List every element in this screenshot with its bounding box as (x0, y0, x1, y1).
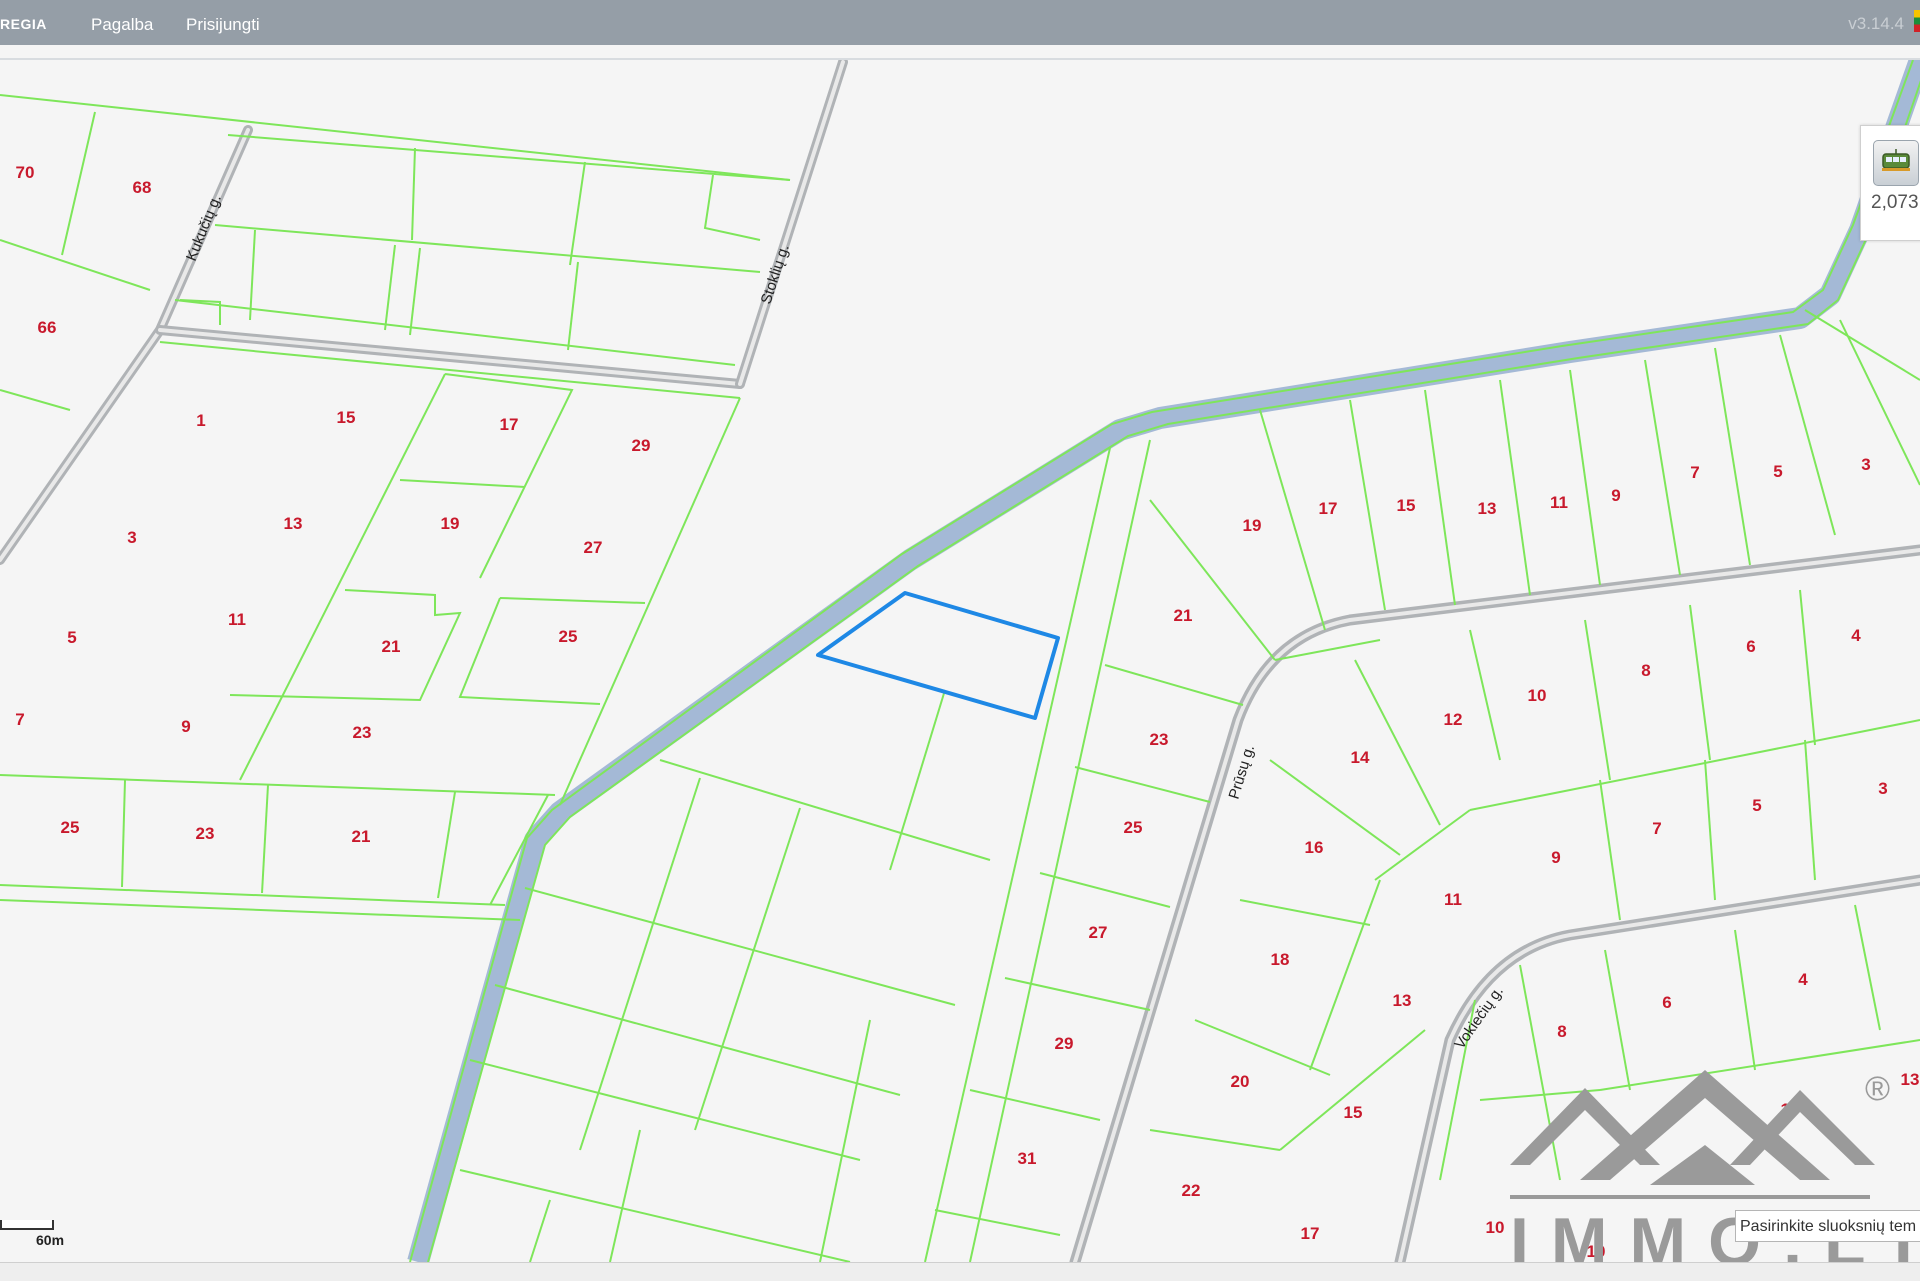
parcel-number[interactable]: 13 (1901, 1070, 1920, 1089)
parcel-number[interactable]: 23 (196, 824, 215, 843)
tram-icon (1882, 149, 1910, 171)
parcel-number[interactable]: 12 (1444, 710, 1463, 729)
parcel-number[interactable]: 8 (1557, 1022, 1566, 1041)
parcel-number[interactable]: 25 (61, 818, 80, 837)
parcel-number[interactable]: 18 (1271, 950, 1290, 969)
layers-toggle-button[interactable] (1873, 140, 1919, 186)
parcel-number[interactable]: 15 (1344, 1103, 1363, 1122)
parcel-number[interactable]: 7 (1690, 463, 1699, 482)
parcel-number[interactable]: 29 (632, 436, 651, 455)
parcel-number[interactable]: 15 (1397, 496, 1416, 515)
parcel-number[interactable]: 9 (1611, 486, 1620, 505)
parcel-number[interactable]: 7 (15, 710, 24, 729)
parcel-number[interactable]: 22 (1182, 1181, 1201, 1200)
parcel-number[interactable]: 23 (1150, 730, 1169, 749)
parcel-number[interactable]: 5 (1773, 462, 1782, 481)
parcel-number[interactable]: 23 (353, 723, 372, 742)
bottom-bar (0, 1262, 1920, 1281)
parcel-number[interactable]: 10 (1486, 1218, 1505, 1237)
map-tools-panel: 2,073 (1860, 125, 1920, 241)
parcel-number[interactable]: 11 (1550, 493, 1568, 512)
menu-login[interactable]: Prisijungti (186, 15, 260, 35)
parcel-number[interactable]: 70 (16, 163, 35, 182)
parcel-number[interactable]: 68 (133, 178, 152, 197)
parcel-number[interactable]: 13 (1393, 991, 1412, 1010)
parcel-number[interactable]: 21 (1174, 606, 1193, 625)
parcel-number[interactable]: 1 (196, 411, 205, 430)
parcel-number[interactable]: 9 (181, 717, 190, 736)
parcel-number[interactable]: 5 (1752, 796, 1761, 815)
parcel-number[interactable]: 11 (1444, 890, 1462, 909)
layer-theme-select[interactable]: Pasirinkite sluoksnių tem (1735, 1210, 1920, 1242)
parcel-number[interactable]: 15 (1781, 1100, 1800, 1119)
parcel-number[interactable]: 31 (1018, 1149, 1037, 1168)
top-menu-bar: REGIA Pagalba Prisijungti v3.14.4 (0, 0, 1920, 45)
parcel-number[interactable]: 29 (1055, 1034, 1074, 1053)
parcel-number[interactable]: 17 (500, 415, 519, 434)
parcel-number[interactable]: 21 (382, 637, 401, 656)
parcel-number[interactable]: 3 (1861, 455, 1870, 474)
parcel-number[interactable]: 6 (1746, 637, 1755, 656)
parcel-number[interactable]: 66 (38, 318, 57, 337)
parcel-number[interactable]: 16 (1305, 838, 1324, 857)
parcel-number[interactable]: 17 (1301, 1224, 1320, 1243)
parcel-number[interactable]: 8 (1641, 661, 1650, 680)
parcel-number[interactable]: 27 (584, 538, 603, 557)
parcel-number[interactable]: 3 (127, 528, 136, 547)
scale-bar (0, 1220, 54, 1230)
app-version: v3.14.4 (1848, 14, 1904, 33)
parcel-number[interactable]: 15 (337, 408, 356, 427)
parcel-number[interactable]: 9 (1551, 848, 1560, 867)
menu-help[interactable]: Pagalba (91, 15, 153, 35)
parcel-number[interactable]: 20 (1231, 1072, 1250, 1091)
parcel-number[interactable]: 19 (441, 514, 460, 533)
parcel-number[interactable]: 19 (1243, 516, 1262, 535)
parcel-number[interactable]: 6 (1662, 993, 1671, 1012)
parcel-number[interactable]: 25 (1124, 818, 1143, 837)
parcel-number[interactable]: 10 (1587, 1242, 1606, 1261)
map-background (0, 60, 1920, 1262)
app-brand[interactable]: REGIA (0, 16, 47, 32)
parcel-number[interactable]: 27 (1089, 923, 1108, 942)
parcel-number[interactable]: 10 (1528, 686, 1547, 705)
parcel-number[interactable]: 14 (1351, 748, 1370, 767)
scale-readout: 2,073 (1871, 192, 1919, 213)
parcel-number[interactable]: 13 (284, 514, 303, 533)
parcel-number[interactable]: 11 (228, 610, 246, 629)
parcel-number[interactable]: 7 (1652, 819, 1661, 838)
parcel-number[interactable]: 3 (1878, 779, 1887, 798)
parcel-number[interactable]: 17 (1319, 499, 1338, 518)
parcel-number[interactable]: 25 (559, 627, 578, 646)
parcel-number[interactable]: 4 (1851, 626, 1861, 645)
parcel-number[interactable]: 21 (352, 827, 371, 846)
parcel-number[interactable]: 4 (1798, 970, 1808, 989)
cadastral-map[interactable]: Kukučių g. Stoklių g. Prūsų g. Vokiečių … (0, 60, 1920, 1262)
scale-bar-label: 60m (36, 1232, 65, 1248)
lithuania-flag-icon[interactable] (1914, 10, 1920, 32)
parcel-number[interactable]: 5 (67, 628, 76, 647)
parcel-number[interactable]: 13 (1478, 499, 1497, 518)
